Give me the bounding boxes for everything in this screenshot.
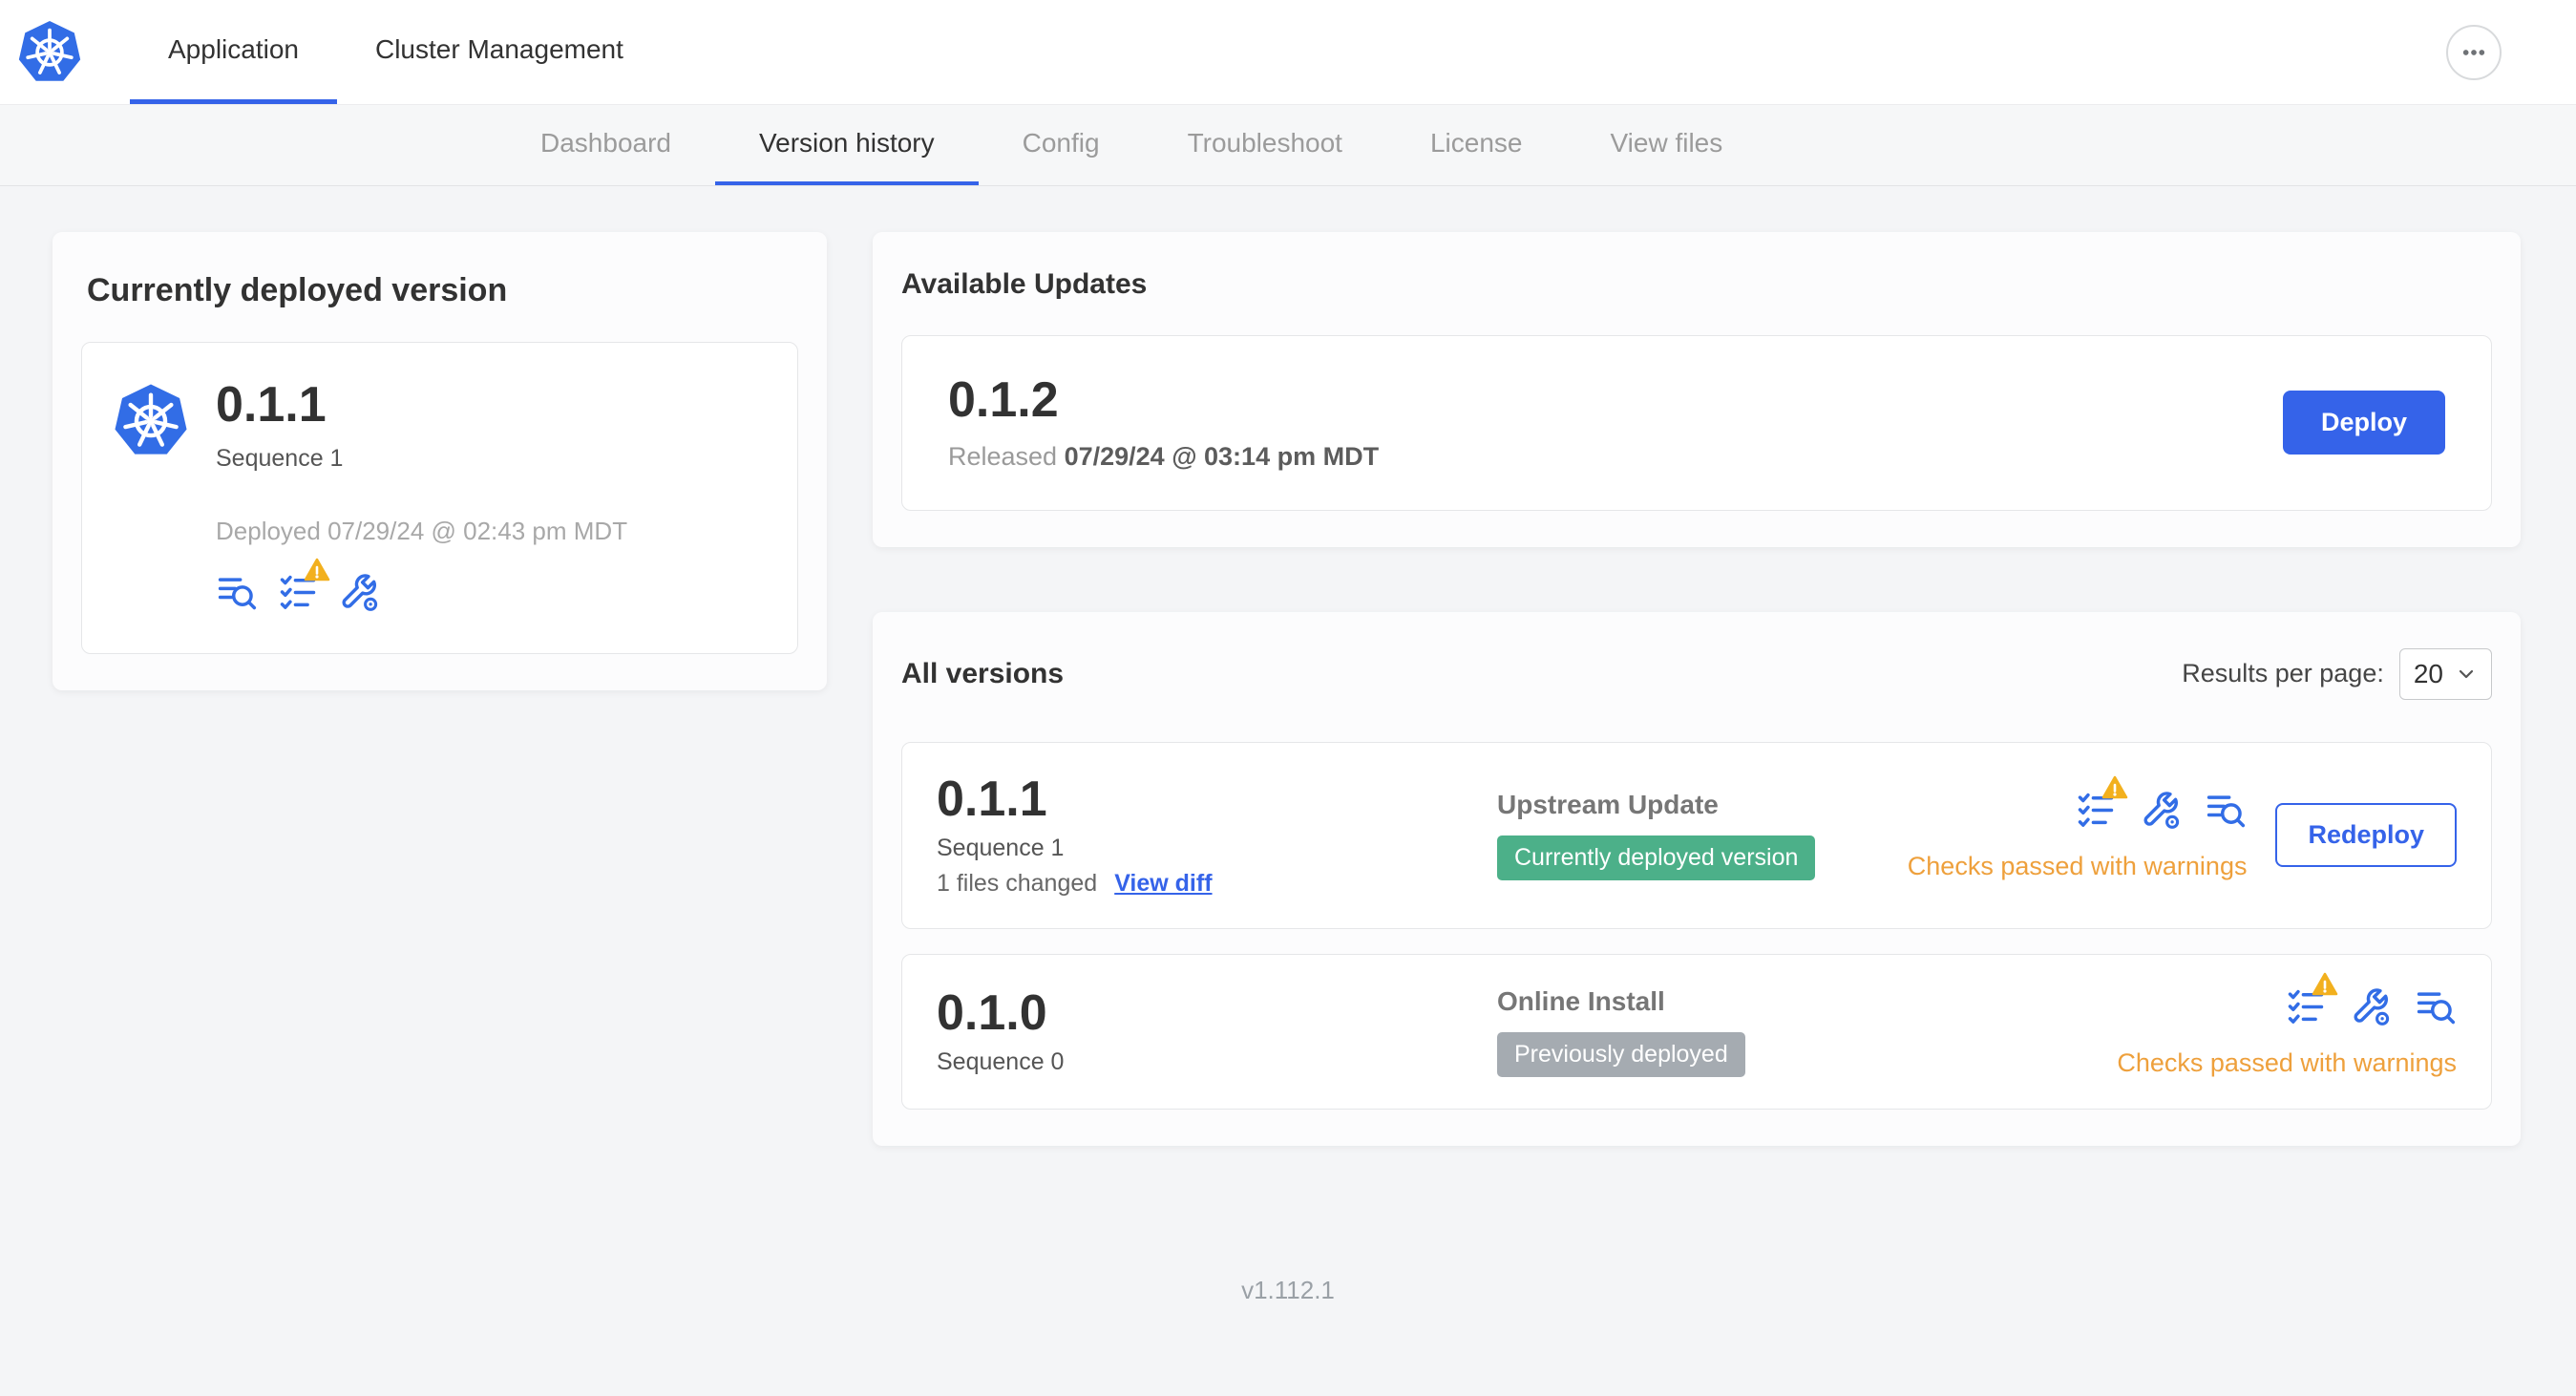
status-badge: Previously deployed [1497,1032,1745,1078]
tab-troubleshoot[interactable]: Troubleshoot [1144,105,1386,185]
view-diff-link[interactable]: View diff [1114,870,1212,898]
tab-application[interactable]: Application [130,0,337,104]
checks-block: Checks passed with warnings [1907,776,2248,881]
preflight-checks-icon[interactable] [277,558,330,613]
ellipsis-icon [2462,49,2485,55]
console-version: v1.112.1 [1241,1276,1335,1305]
app-level-tabs: Application Cluster Management [130,0,662,104]
deployed-version-card: 0.1.1 Sequence 1 Deployed 07/29/24 @ 02:… [81,342,798,654]
edit-config-icon[interactable] [2350,985,2392,1027]
version-actions: Checks passed with warnings Redeploy [1907,776,2457,881]
edit-config-icon[interactable] [2140,789,2182,831]
version-source: Upstream Update Currently deployed versi… [1497,790,1889,881]
update-row: 0.1.2 Released 07/29/24 @ 03:14 pm MDT D… [901,335,2492,511]
source-type-label: Online Install [1497,986,1665,1017]
deployed-action-icons [216,558,627,613]
top-navigation-bar: Application Cluster Management [0,0,2576,105]
files-changed-line: 1 files changed View diff [937,870,1497,898]
version-info: 0.1.1 Sequence 1 1 files changed View di… [937,771,1497,899]
checks-status-text: Checks passed with warnings [2117,1048,2457,1078]
view-logs-icon[interactable] [216,571,258,613]
currently-deployed-card: Currently deployed version 0.1.1 Sequenc… [53,232,827,690]
preflight-checks-icon[interactable] [2075,776,2128,831]
released-label: Released [948,441,1058,471]
version-action-icons [2075,776,2247,831]
version-source: Online Install Previously deployed [1497,986,2098,1078]
deployed-version-number: 0.1.1 [216,377,327,433]
released-timestamp: 07/29/24 @ 03:14 pm MDT [1064,441,1380,471]
tab-dashboard[interactable]: Dashboard [496,105,715,185]
app-icon [111,379,191,613]
app-section-nav: Dashboard Version history Config Trouble… [0,105,2576,186]
deployed-card-title: Currently deployed version [87,272,508,308]
version-row: 0.1.0 Sequence 0 Online Install Previous… [901,954,2492,1110]
versions-column: Available Updates 0.1.2 Released 07/29/2… [873,232,2521,1147]
all-versions-title: All versions [901,657,1065,689]
tab-config[interactable]: Config [979,105,1144,185]
results-per-page-label: Results per page: [2182,659,2384,688]
source-type-label: Upstream Update [1497,790,1719,820]
version-number: 0.1.0 [937,984,1047,1041]
tab-version-history[interactable]: Version history [714,105,979,185]
all-versions-card: All versions Results per page: 20 0.1.1 … [873,611,2521,1147]
warning-triangle-icon [2312,972,2338,997]
available-updates-title: Available Updates [901,268,1148,300]
tab-view-files[interactable]: View files [1566,105,1766,185]
main-content: Currently deployed version 0.1.1 Sequenc… [0,186,2576,1147]
kubernetes-logo [15,18,84,87]
version-action-icons [2285,972,2457,1027]
version-actions: Checks passed with warnings [2117,972,2457,1078]
deployed-timestamp: Deployed 07/29/24 @ 02:43 pm MDT [216,516,628,545]
page-footer: v1.112.1 [0,1146,2576,1340]
update-version-number: 0.1.2 [948,372,1059,428]
warning-triangle-icon [304,558,330,582]
version-sequence: Sequence 1 [937,835,1065,862]
update-released-line: Released 07/29/24 @ 03:14 pm MDT [948,442,2283,472]
version-row: 0.1.1 Sequence 1 1 files changed View di… [901,741,2492,930]
tab-cluster-management[interactable]: Cluster Management [337,0,662,104]
available-updates-card: Available Updates 0.1.2 Released 07/29/2… [873,232,2521,547]
more-options-button[interactable] [2446,24,2502,80]
redeploy-button[interactable]: Redeploy [2275,803,2457,868]
version-number: 0.1.1 [937,771,1047,827]
view-logs-icon[interactable] [2205,789,2247,831]
deployed-sequence: Sequence 1 [216,444,344,472]
version-sequence: Sequence 0 [937,1048,1065,1076]
edit-config-icon[interactable] [338,571,380,613]
chevron-down-icon [2459,669,2474,678]
version-list: 0.1.1 Sequence 1 1 files changed View di… [901,741,2492,1110]
results-per-page-select[interactable]: 20 [2398,647,2492,700]
checks-status-text: Checks passed with warnings [1907,852,2248,881]
results-per-page-value: 20 [2413,658,2443,688]
deployed-version-details: 0.1.1 Sequence 1 Deployed 07/29/24 @ 02:… [216,379,627,613]
deployed-column: Currently deployed version 0.1.1 Sequenc… [53,232,827,690]
status-badge: Currently deployed version [1497,835,1816,881]
all-versions-header: All versions Results per page: 20 [901,647,2492,700]
deploy-button[interactable]: Deploy [2282,391,2445,455]
checks-block: Checks passed with warnings [2117,972,2457,1078]
version-info: 0.1.0 Sequence 0 [937,987,1497,1077]
view-logs-icon[interactable] [2415,985,2457,1027]
files-changed-count: 1 files changed [937,870,1098,898]
preflight-checks-icon[interactable] [2285,972,2338,1027]
tab-license[interactable]: License [1386,105,1567,185]
warning-triangle-icon [2101,775,2128,800]
update-details: 0.1.2 Released 07/29/24 @ 03:14 pm MDT [948,374,2283,472]
